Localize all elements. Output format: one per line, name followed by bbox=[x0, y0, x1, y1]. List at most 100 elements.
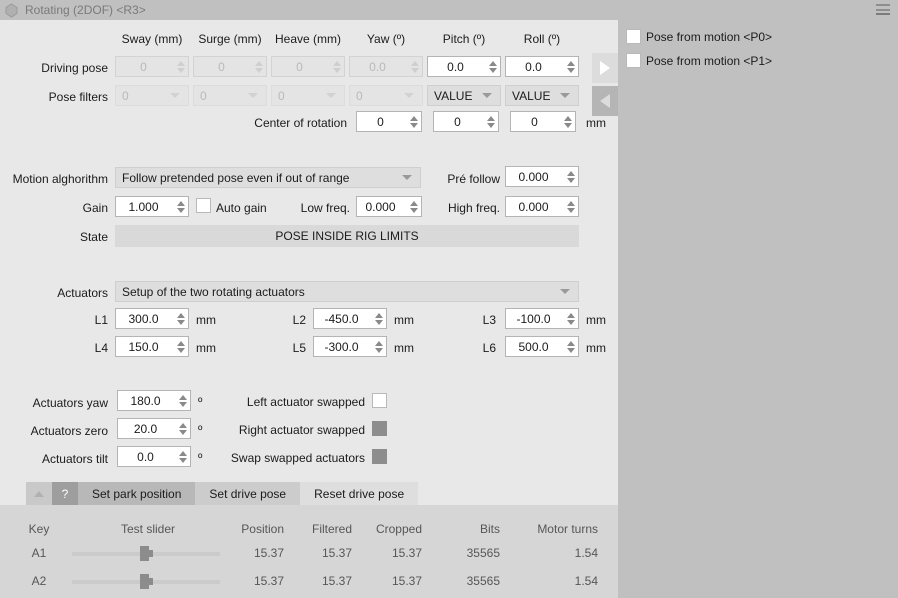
unit-l1: mm bbox=[196, 313, 216, 327]
spin-pre-follow[interactable]: 0.000 bbox=[505, 166, 579, 187]
combo-filter-surge[interactable]: 0 bbox=[193, 85, 267, 106]
status-cell-filtered: 15.37 bbox=[321, 546, 352, 560]
checkbox-right-actuator-swapped[interactable] bbox=[372, 421, 387, 436]
spin-driving-roll[interactable]: 0.0 bbox=[505, 56, 579, 77]
unit-center-of-rotation: mm bbox=[586, 116, 606, 130]
slider-thumb[interactable] bbox=[140, 574, 153, 589]
spin-cor-x[interactable]: 0 bbox=[356, 111, 422, 132]
checkbox-swap-swapped-actuators[interactable] bbox=[372, 449, 387, 464]
spin-actuators-yaw[interactable]: 180.0 bbox=[117, 390, 191, 411]
spin-actuators-tilt-value: 0.0 bbox=[137, 449, 154, 464]
spinner-arrows-icon[interactable] bbox=[560, 112, 575, 131]
status-cell-position: 15.37 bbox=[253, 546, 284, 560]
spinner-arrows-icon[interactable] bbox=[173, 337, 188, 356]
label-pose-filters: Pose filters bbox=[48, 90, 108, 104]
spinner-arrows-icon[interactable] bbox=[406, 112, 421, 131]
spin-l4[interactable]: 150.0 bbox=[115, 336, 189, 357]
spinner-arrows-icon[interactable] bbox=[563, 167, 578, 186]
spin-driving-pitch[interactable]: 0.0 bbox=[427, 56, 501, 77]
triangle-up-icon bbox=[34, 491, 44, 497]
slider-thumb[interactable] bbox=[140, 546, 153, 561]
spinner-arrows-icon[interactable] bbox=[175, 447, 190, 466]
combo-motion-algorithm[interactable]: Follow pretended pose even if out of ran… bbox=[115, 167, 421, 188]
set-park-position-button[interactable]: Set park position bbox=[78, 482, 196, 506]
label-actuators-tilt: Actuators tilt bbox=[41, 452, 108, 466]
status-cell-key: A2 bbox=[31, 574, 47, 588]
spinner-arrows-icon[interactable] bbox=[563, 309, 578, 328]
checkbox-auto-gain[interactable] bbox=[196, 198, 211, 213]
reset-drive-pose-button[interactable]: Reset drive pose bbox=[300, 482, 419, 506]
spin-cor-z[interactable]: 0 bbox=[510, 111, 576, 132]
next-pose-button[interactable] bbox=[592, 53, 618, 83]
spinner-arrows-icon[interactable] bbox=[329, 57, 344, 76]
spinner-arrows-icon[interactable] bbox=[563, 197, 578, 216]
spinner-arrows-icon[interactable] bbox=[173, 57, 188, 76]
combo-actuators-setup[interactable]: Setup of the two rotating actuators bbox=[115, 281, 579, 302]
spin-cor-y[interactable]: 0 bbox=[433, 111, 499, 132]
spin-low-freq[interactable]: 0.000 bbox=[356, 196, 422, 217]
label-l4: L4 bbox=[94, 341, 108, 355]
spin-pre-follow-value: 0.000 bbox=[518, 169, 549, 184]
spinner-arrows-icon[interactable] bbox=[175, 419, 190, 438]
spin-actuators-zero[interactable]: 20.0 bbox=[117, 418, 191, 439]
spin-high-freq[interactable]: 0.000 bbox=[505, 196, 579, 217]
test-slider-a1[interactable] bbox=[72, 543, 220, 564]
spin-driving-heave[interactable]: 0 bbox=[271, 56, 345, 77]
combo-filter-sway[interactable]: 0 bbox=[115, 85, 189, 106]
spinner-arrows-icon[interactable] bbox=[485, 57, 500, 76]
spin-l3[interactable]: -100.0 bbox=[505, 308, 579, 329]
spinner-arrows-icon[interactable] bbox=[563, 57, 578, 76]
set-drive-pose-button[interactable]: Set drive pose bbox=[195, 482, 301, 506]
chevron-down-icon bbox=[560, 289, 570, 294]
spinner-arrows-icon[interactable] bbox=[371, 309, 386, 328]
label-l2: L2 bbox=[292, 313, 306, 327]
combo-filter-yaw[interactable]: 0 bbox=[349, 85, 423, 106]
spin-driving-surge[interactable]: 0 bbox=[193, 56, 267, 77]
header-pitch: Pitch (º) bbox=[442, 32, 486, 46]
spinner-arrows-icon[interactable] bbox=[406, 197, 421, 216]
checkbox-pose-from-motion-p1[interactable] bbox=[626, 53, 641, 68]
spin-gain[interactable]: 1.000 bbox=[115, 196, 189, 217]
prev-pose-button[interactable] bbox=[592, 86, 618, 116]
combo-filter-heave-value: 0 bbox=[278, 88, 285, 103]
spinner-arrows-icon[interactable] bbox=[407, 57, 422, 76]
label-actuators: Actuators bbox=[57, 286, 108, 300]
checkbox-pose-from-motion-p0[interactable] bbox=[626, 29, 641, 44]
spin-l2[interactable]: -450.0 bbox=[313, 308, 387, 329]
chevron-down-icon bbox=[170, 93, 180, 98]
spinner-arrows-icon[interactable] bbox=[175, 391, 190, 410]
collapse-button[interactable] bbox=[26, 482, 52, 506]
triangle-right-icon bbox=[600, 61, 610, 75]
checkbox-left-actuator-swapped[interactable] bbox=[372, 393, 387, 408]
chevron-down-icon bbox=[248, 93, 258, 98]
spinner-arrows-icon[interactable] bbox=[563, 337, 578, 356]
spin-actuators-tilt[interactable]: 0.0 bbox=[117, 446, 191, 467]
status-header-motor-turns: Motor turns bbox=[537, 522, 598, 536]
spin-low-freq-value: 0.000 bbox=[365, 199, 396, 214]
combo-filter-pitch[interactable]: VALUE bbox=[427, 85, 501, 106]
test-slider-a2[interactable] bbox=[72, 571, 220, 592]
spinner-arrows-icon[interactable] bbox=[483, 112, 498, 131]
spin-high-freq-value: 0.000 bbox=[518, 199, 549, 214]
status-cell-motor-turns: 1.54 bbox=[574, 546, 598, 560]
spin-l1-value: 300.0 bbox=[128, 311, 159, 326]
help-button[interactable]: ? bbox=[52, 482, 78, 506]
spinner-arrows-icon[interactable] bbox=[173, 197, 188, 216]
combo-filter-heave[interactable]: 0 bbox=[271, 85, 345, 106]
spinner-arrows-icon[interactable] bbox=[371, 337, 386, 356]
spin-l5[interactable]: -300.0 bbox=[313, 336, 387, 357]
spinner-arrows-icon[interactable] bbox=[251, 57, 266, 76]
status-cell-filtered: 15.37 bbox=[321, 574, 352, 588]
combo-filter-roll[interactable]: VALUE bbox=[505, 85, 579, 106]
chevron-down-icon bbox=[404, 93, 414, 98]
label-motion-algorithm: Motion alghorithm bbox=[12, 172, 108, 186]
spin-l1[interactable]: 300.0 bbox=[115, 308, 189, 329]
spinner-arrows-icon[interactable] bbox=[173, 309, 188, 328]
hamburger-menu-icon[interactable] bbox=[876, 4, 890, 15]
spin-driving-sway[interactable]: 0 bbox=[115, 56, 189, 77]
spin-actuators-zero-value: 20.0 bbox=[133, 421, 158, 436]
spin-driving-yaw[interactable]: 0.0 bbox=[349, 56, 423, 77]
label-l6: L6 bbox=[482, 341, 496, 355]
spin-l6[interactable]: 500.0 bbox=[505, 336, 579, 357]
combo-filter-yaw-value: 0 bbox=[356, 88, 363, 103]
